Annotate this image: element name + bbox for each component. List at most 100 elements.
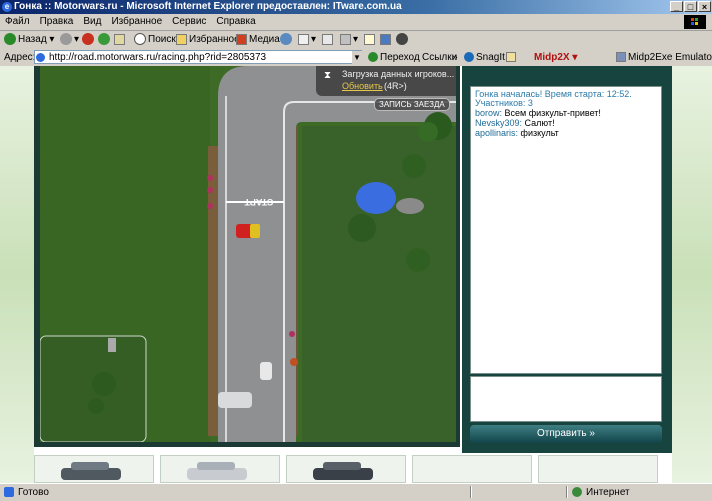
links-more-button[interactable]: » <box>452 51 458 65</box>
favorites-icon <box>176 33 187 45</box>
address-bar: Адрес: http://road.motorwars.ru/racing.p… <box>0 49 712 67</box>
menu-tools[interactable]: Сервис <box>167 14 211 30</box>
emulator-icon <box>616 52 626 63</box>
menu-view[interactable]: Вид <box>78 14 106 30</box>
search-icon <box>134 33 146 46</box>
refresh-button[interactable] <box>98 33 112 47</box>
menu-edit[interactable]: Правка <box>35 14 79 30</box>
ie-logo-icon: e <box>2 2 12 12</box>
midp-label: Midp2X <box>534 52 570 63</box>
media-icon <box>236 33 247 45</box>
url-input[interactable]: http://road.motorwars.ru/racing.php?rid=… <box>34 50 362 64</box>
record-button[interactable]: ЗАПИСЬ ЗАЕЗДА <box>374 98 450 111</box>
refresh-hint: (4R>) <box>384 81 407 91</box>
hourglass-icon: ⧗ <box>324 70 332 81</box>
chat-nick: Nevsky309: <box>475 118 523 128</box>
discuss-icon <box>364 33 375 45</box>
loading-text: Загрузка данных игроков... <box>342 69 455 79</box>
chat-nick: borow: <box>475 108 503 118</box>
chat-message: Nevsky309: Салют! <box>475 119 657 128</box>
internet-zone-icon <box>572 487 582 497</box>
favorites-label: Избранное <box>189 34 240 45</box>
research-icon <box>396 33 408 46</box>
status-divider <box>566 486 568 498</box>
go-label: Переход <box>380 52 420 63</box>
search-button[interactable]: Поиск <box>134 33 176 47</box>
right-decoration <box>672 66 712 483</box>
research-button[interactable] <box>396 33 410 47</box>
history-icon <box>280 33 292 46</box>
forward-arrow-icon <box>60 33 72 46</box>
car-thumbnail[interactable] <box>34 455 154 483</box>
snagit-button[interactable]: SnagIt <box>464 51 505 65</box>
mail-button[interactable]: ▾ <box>298 33 316 47</box>
go-arrow-icon <box>368 52 378 63</box>
chat-message: borow: Всем физкульт-привет! <box>475 109 657 118</box>
window-title-bar: e Гонка :: Motorwars.ru - Microsoft Inte… <box>0 0 712 14</box>
menu-help[interactable]: Справка <box>211 14 260 30</box>
back-button[interactable]: Назад ▾ <box>4 33 54 47</box>
close-button[interactable]: × <box>698 1 711 12</box>
stop-button[interactable] <box>82 33 96 47</box>
send-button[interactable]: Отправить » <box>470 425 662 443</box>
snagit-icon <box>464 52 474 63</box>
start-banner: СТАРТ <box>244 197 274 207</box>
stop-icon <box>82 33 94 46</box>
chat-input[interactable] <box>470 376 662 422</box>
status-text: Готово <box>18 487 49 498</box>
car-thumbnail[interactable] <box>160 455 280 483</box>
emulator-label: Midp2Exe Emulator <box>628 52 712 63</box>
print-icon <box>322 33 333 45</box>
address-label: Адрес: <box>4 52 36 63</box>
media-label: Медиа <box>249 34 280 45</box>
car-thumbnail[interactable] <box>538 455 658 483</box>
back-arrow-icon <box>4 33 16 46</box>
snagit-capture-button[interactable] <box>506 51 518 65</box>
messenger-icon <box>380 33 391 45</box>
menu-file[interactable]: Файл <box>0 14 35 30</box>
status-bar: Готово Интернет <box>0 483 712 501</box>
discuss-button[interactable] <box>364 33 377 47</box>
menu-bar: Файл Правка Вид Избранное Сервис Справка <box>0 14 712 31</box>
favorites-button[interactable]: Избранное <box>176 33 240 47</box>
edit-icon <box>340 33 351 45</box>
browser-page: СТАРТ ⧗ Загрузка данных игроков... Обнов… <box>0 66 712 483</box>
refresh-link[interactable]: Обновить <box>342 81 383 91</box>
minimize-button[interactable]: _ <box>670 1 683 12</box>
home-button[interactable] <box>114 33 127 47</box>
status-divider <box>470 486 472 498</box>
menu-favorites[interactable]: Избранное <box>106 14 167 30</box>
page-status-icon <box>4 487 14 497</box>
windows-logo-icon <box>684 15 706 29</box>
race-track-map <box>40 66 456 442</box>
car-thumbnails <box>34 455 666 483</box>
chat-text: физкульт <box>520 128 559 138</box>
history-button[interactable] <box>280 33 294 47</box>
car-thumbnail[interactable] <box>286 455 406 483</box>
url-dropdown-icon[interactable]: ▼ <box>352 51 362 64</box>
media-button[interactable]: Медиа <box>236 33 280 47</box>
maximize-button[interactable]: □ <box>684 1 697 12</box>
emulator-button[interactable]: Midp2Exe Emulator <box>616 51 712 65</box>
messenger-button[interactable] <box>380 33 393 47</box>
loading-panel: ⧗ Загрузка данных игроков... Обновить (4… <box>316 66 456 96</box>
chat-text: Всем физкульт-привет! <box>504 108 601 118</box>
print-button[interactable] <box>322 33 335 47</box>
car-thumbnail[interactable] <box>412 455 532 483</box>
midp-button[interactable]: Midp2X ▾ <box>534 51 577 65</box>
mail-icon <box>298 33 309 45</box>
race-field[interactable]: СТАРТ ⧗ Загрузка данных игроков... Обнов… <box>40 66 456 442</box>
back-label: Назад <box>18 34 47 45</box>
chat-system-message: Гонка началась! Время старта: 12:52. Уча… <box>475 89 632 108</box>
search-label: Поиск <box>148 34 176 45</box>
go-button[interactable]: Переход <box>368 51 420 65</box>
chat-nick: apollinaris: <box>475 128 519 138</box>
forward-button[interactable]: ▾ <box>60 33 79 47</box>
capture-icon <box>506 52 516 63</box>
window-title: Гонка :: Motorwars.ru - Microsoft Intern… <box>14 1 402 12</box>
toolbar: Назад ▾ ▾ Поиск Избранное Медиа ▾ ▾ <box>0 31 712 50</box>
refresh-icon <box>98 33 110 46</box>
snagit-label: SnagIt <box>476 52 505 63</box>
edit-button[interactable]: ▾ <box>340 33 358 47</box>
left-decoration <box>0 66 34 483</box>
